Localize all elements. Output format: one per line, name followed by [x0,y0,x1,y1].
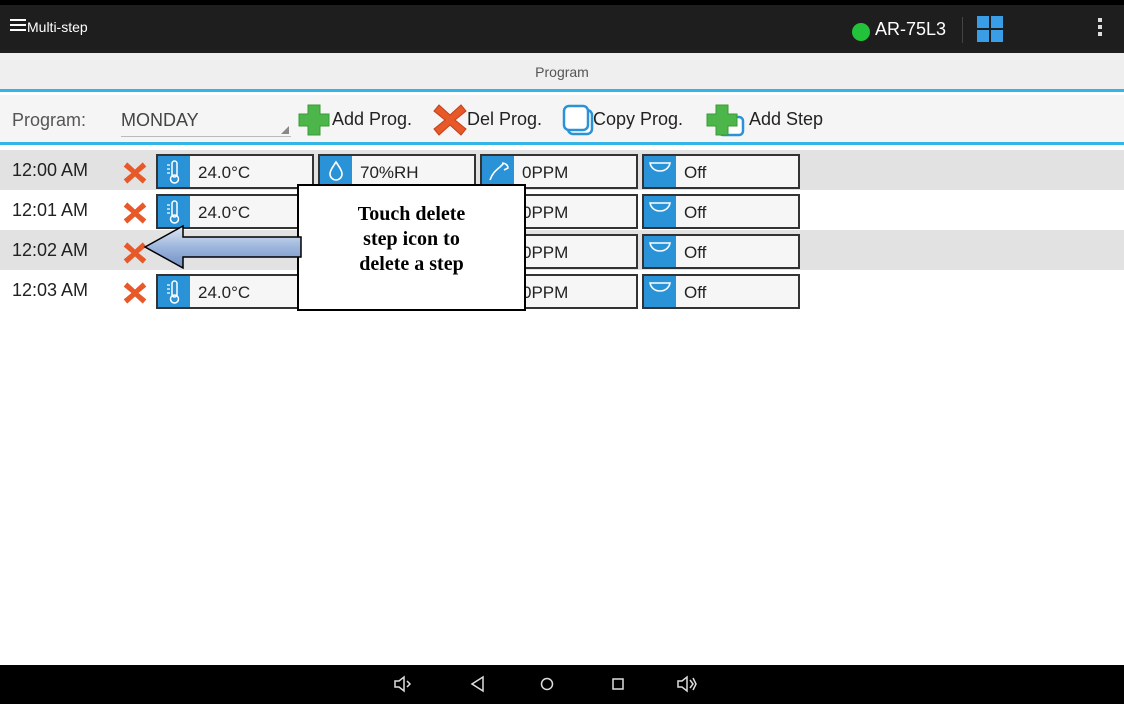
del-prog-button[interactable]: Del Prog. [433,103,557,137]
lamp-icon [644,156,676,187]
delete-step-icon[interactable] [122,161,148,185]
light-cell[interactable]: Off [642,274,800,309]
co2-value: 0PPM [522,283,569,302]
program-select-value: MONDAY [121,110,199,130]
main-content: Program Program: MONDAY Add Prog. Del Pr… [0,53,1124,665]
recents-icon[interactable] [606,672,630,696]
device-name[interactable]: AR-75L3 [875,19,946,40]
water-drop-icon [320,156,352,187]
light-value: Off [684,283,707,302]
callout-arrow-icon [143,224,302,270]
back-icon[interactable] [466,672,490,696]
step-time: 12:01 AM [12,200,89,220]
app-title: Multi-step [27,19,88,35]
thermometer-icon [158,196,190,227]
co2-value: 0PPM [522,203,569,222]
light-cell[interactable]: Off [642,154,800,189]
callout-box: Touch delete step icon to delete a step [297,184,526,311]
lamp-icon [644,236,676,267]
light-cell[interactable]: Off [642,234,800,269]
step-time: 12:02 AM [12,240,89,260]
del-prog-label: Del Prog. [467,109,543,129]
step-row: 12:03 AM 24.0°C 0PPM Off [0,270,1124,310]
light-value: Off [684,203,707,222]
overflow-icon[interactable] [1096,18,1104,42]
program-toolbar: Program: MONDAY Add Prog. Del Prog. Copy… [0,95,1124,145]
volume-up-icon[interactable] [675,672,699,696]
copy-prog-label: Copy Prog. [593,109,684,129]
home-icon[interactable] [535,672,559,696]
lamp-icon [644,196,676,227]
temperature-value: 24.0°C [198,283,251,302]
callout-line: Touch delete [357,203,466,225]
co2-value: 0PPM [522,163,569,182]
program-label: Program: [12,110,87,130]
callout-line: step icon to [363,228,460,250]
temperature-cell[interactable]: 24.0°C [156,154,314,189]
program-select[interactable]: MONDAY [121,107,291,137]
app-bar: Multi-step AR-75L3 [0,5,1124,53]
light-cell[interactable]: Off [642,194,800,229]
temperature-value: 24.0°C [198,203,251,222]
grid-icon[interactable] [977,16,1003,42]
section-title: Program [0,53,1124,92]
status-dot-icon [852,23,870,41]
step-time: 12:00 AM [12,160,89,180]
add-prog-label: Add Prog. [332,109,413,129]
divider [962,17,963,43]
temperature-cell[interactable]: 24.0°C [156,274,314,309]
system-nav-bar [0,665,1124,704]
humidity-value: 70%RH [360,163,419,182]
x-icon [433,104,467,136]
light-value: Off [684,243,707,262]
delete-step-icon[interactable] [122,281,148,305]
plus-icon [298,104,330,136]
copy-icon [562,104,594,136]
add-step-button[interactable]: Add Step [705,103,837,137]
light-value: Off [684,163,707,182]
add-step-label: Add Step [749,109,824,129]
callout-line: delete a step [359,253,464,275]
thermometer-icon [158,156,190,187]
add-prog-button[interactable]: Add Prog. [297,103,434,137]
co2-value: 0PPM [522,243,569,262]
hamburger-icon[interactable] [10,19,26,35]
lamp-icon [644,276,676,307]
thermometer-icon [158,276,190,307]
step-time: 12:03 AM [12,280,89,300]
co2-icon [482,156,514,187]
add-step-icon [706,104,745,137]
temperature-value: 24.0°C [198,163,251,182]
delete-step-icon[interactable] [122,201,148,225]
dropdown-caret-icon [281,126,289,134]
step-row: 12:00 AM 24.0°C 70%RH 0PPM Off [0,150,1124,190]
copy-prog-button[interactable]: Copy Prog. [561,103,705,137]
volume-down-icon[interactable] [391,672,415,696]
